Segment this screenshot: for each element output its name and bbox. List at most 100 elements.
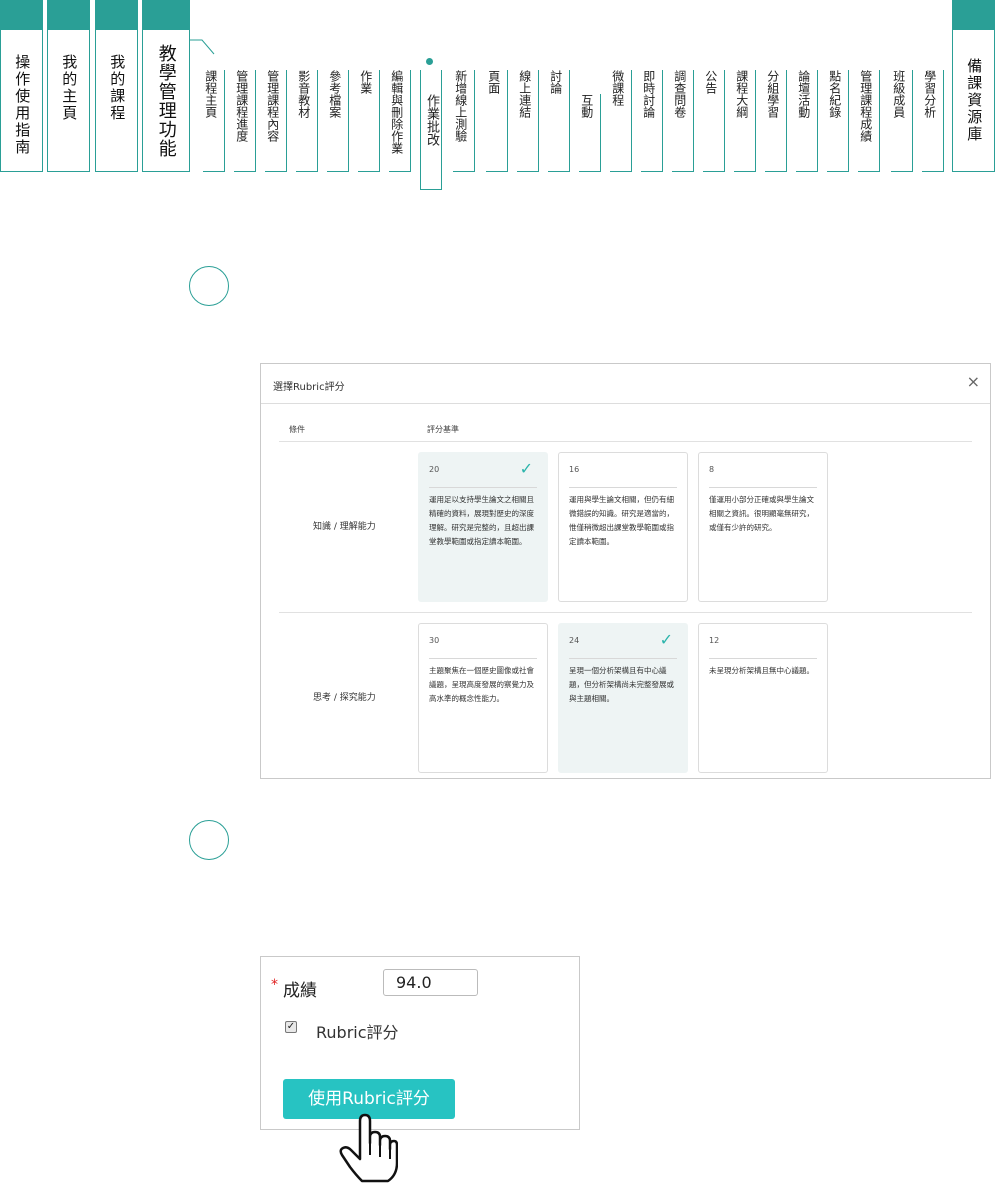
subtab-course-home[interactable]: 課程主頁 [203, 70, 225, 172]
grade-input[interactable]: 94.0 [383, 969, 478, 996]
card-score: 12 [709, 636, 720, 645]
subtab-label: 線上連結 [517, 70, 532, 118]
subtab-learning-analytics[interactable]: 學習分析 [922, 70, 944, 172]
step-circle-1 [189, 266, 229, 306]
active-indicator-dot [426, 58, 433, 65]
checkmark-icon: ✓ [519, 459, 533, 478]
subtab-label: 學習分析 [922, 70, 937, 118]
card-score: 8 [709, 465, 715, 474]
subtab-label: 影音教材 [296, 70, 311, 118]
tab-label: 備課資源庫 [965, 58, 984, 143]
card-description: 僅運用小部分正確或與學生論文相關之資訊。很明顯毫無研究，或僅有少許的研究。 [709, 495, 814, 532]
subtab-announcement[interactable]: 公告 [703, 70, 725, 172]
subtab-attendance[interactable]: 點名紀錄 [827, 70, 849, 172]
subtab-class-members[interactable]: 班級成員 [891, 70, 913, 172]
tab-cap [47, 0, 90, 30]
grade-panel: * 成績 94.0 ✓ Rubric評分 使用Rubric評分 [260, 956, 580, 1130]
pointer-hand-icon [339, 1113, 398, 1183]
subtab-course-content[interactable]: 管理課程內容 [265, 70, 287, 172]
subtab-label: 調查問卷 [672, 70, 687, 118]
subtab-edit-delete-assignment[interactable]: 編輯與刪除作業 [389, 70, 411, 172]
tab-my-courses[interactable]: 我的課程 [95, 0, 138, 172]
row-divider [279, 612, 972, 613]
subtab-label: 參考檔案 [327, 70, 342, 118]
subtab-reference-files[interactable]: 參考檔案 [327, 70, 349, 172]
tab-label: 我的主頁 [60, 54, 79, 122]
subtab-syllabus[interactable]: 課程大綱 [734, 70, 756, 172]
subtab-video-materials[interactable]: 影音教材 [296, 70, 318, 172]
tab-cap [95, 0, 138, 30]
tab-label: 教學管理功能 [155, 44, 177, 158]
subtab-label: 論壇活動 [796, 70, 811, 118]
subtab-interaction[interactable]: 互動 [579, 94, 601, 172]
row-label-knowledge: 知識 / 理解能力 [313, 522, 376, 532]
rubric-checkbox-label: Rubric評分 [316, 1023, 399, 1042]
tab-cap [142, 0, 190, 30]
row-label-thinking: 思考 / 探究能力 [313, 693, 376, 703]
subtab-label: 作業批改 [423, 94, 439, 146]
subtab-label: 頁面 [486, 70, 501, 94]
close-icon[interactable]: × [967, 372, 980, 391]
subtab-assignment-grading[interactable]: 作業批改 [420, 58, 442, 190]
card-description: 運用與學生論文相關，但仍有細微錯誤的知識。研究是適當的，惟僅稍微超出課堂教學範圍… [569, 495, 674, 546]
subtab-label: 管理課程成績 [858, 70, 873, 142]
rubric-card[interactable]: 8 僅運用小部分正確或與學生論文相關之資訊。很明顯毫無研究，或僅有少許的研究。 [698, 452, 828, 602]
rubric-card[interactable]: 20 ✓ 運用足以支持學生論文之相關且精確的資料，展現對歷史的深度理解。研究是完… [418, 452, 548, 602]
subtab-label: 公告 [703, 70, 718, 94]
subtab-group-learning[interactable]: 分組學習 [765, 70, 787, 172]
card-divider [709, 658, 817, 659]
subtab-label: 新增線上測驗 [453, 70, 468, 142]
dialog-divider [261, 403, 990, 404]
tab-cap [0, 0, 43, 30]
card-divider [569, 487, 677, 488]
subtab-course-progress[interactable]: 管理課程進度 [234, 70, 256, 172]
step-circle-2 [189, 820, 229, 860]
subtab-assignment[interactable]: 作業 [358, 70, 380, 172]
subtab-discussion[interactable]: 討論 [548, 70, 570, 172]
rubric-dialog: 選擇Rubric評分 × 條件 評分基準 知識 / 理解能力 20 ✓ 運用足以… [260, 363, 991, 779]
tab-my-homepage[interactable]: 我的主頁 [47, 0, 90, 172]
subtab-label: 管理課程進度 [234, 70, 249, 142]
rubric-checkbox[interactable]: ✓ [285, 1021, 297, 1033]
card-divider [429, 487, 537, 488]
tab-cap [952, 0, 995, 30]
subtab-label: 點名紀錄 [827, 70, 842, 118]
rubric-card[interactable]: 30 主題聚焦在一個歷史圖像或社會議題，呈現高度發展的察覺力及高水準的概念性能力… [418, 623, 548, 773]
subtab-course-grades[interactable]: 管理課程成績 [858, 70, 880, 172]
subtab-label: 微課程 [610, 70, 625, 106]
checkmark-icon: ✓ [659, 630, 673, 649]
subtab-micro-course[interactable]: 微課程 [610, 70, 632, 172]
grade-label: 成績 [283, 981, 317, 1001]
tab-lesson-resources[interactable]: 備課資源庫 [952, 0, 995, 172]
card-description: 運用足以支持學生論文之相關且精確的資料，展現對歷史的深度理解。研究是完整的，且超… [429, 495, 534, 546]
subtab-new-online-quiz[interactable]: 新增線上測驗 [453, 70, 475, 172]
card-score: 20 [429, 465, 440, 474]
subtab-label: 作業 [358, 70, 373, 94]
tab-user-guide[interactable]: 操作使用指南 [0, 0, 43, 172]
rubric-card[interactable]: 24 ✓ 呈現一個分析架構且有中心議題，但分析架構尚未完整發展或與主題相關。 [558, 623, 688, 773]
tab-label: 操作使用指南 [13, 54, 32, 156]
tab-connector-line [190, 39, 215, 55]
card-divider [709, 487, 817, 488]
subtab-label: 班級成員 [891, 70, 906, 118]
subtab-label: 即時討論 [641, 70, 656, 118]
card-description: 主題聚焦在一個歷史圖像或社會議題，呈現高度發展的察覺力及高水準的概念性能力。 [429, 666, 534, 703]
card-description: 未呈現分析架構且無中心議題。 [709, 666, 814, 675]
card-divider [429, 658, 537, 659]
dialog-title: 選擇Rubric評分 [273, 382, 345, 393]
column-header-criteria: 評分基準 [427, 425, 459, 434]
subtab-label: 課程主頁 [203, 70, 218, 118]
column-header-condition: 條件 [289, 425, 305, 434]
rubric-card[interactable]: 16 運用與學生論文相關，但仍有細微錯誤的知識。研究是適當的，惟僅稍微超出課堂教… [558, 452, 688, 602]
subtab-live-discussion[interactable]: 即時討論 [641, 70, 663, 172]
subtab-forum-activity[interactable]: 論壇活動 [796, 70, 818, 172]
tab-teaching-management[interactable]: 教學管理功能 [142, 0, 190, 172]
subtab-label: 編輯與刪除作業 [389, 70, 404, 154]
card-score: 30 [429, 636, 440, 645]
subtab-page[interactable]: 頁面 [486, 70, 508, 172]
subtab-online-link[interactable]: 線上連結 [517, 70, 539, 172]
rubric-card[interactable]: 12 未呈現分析架構且無中心議題。 [698, 623, 828, 773]
subtab-survey[interactable]: 調查問卷 [672, 70, 694, 172]
subtab-label: 互動 [579, 94, 594, 118]
subtab-label: 管理課程內容 [265, 70, 280, 142]
